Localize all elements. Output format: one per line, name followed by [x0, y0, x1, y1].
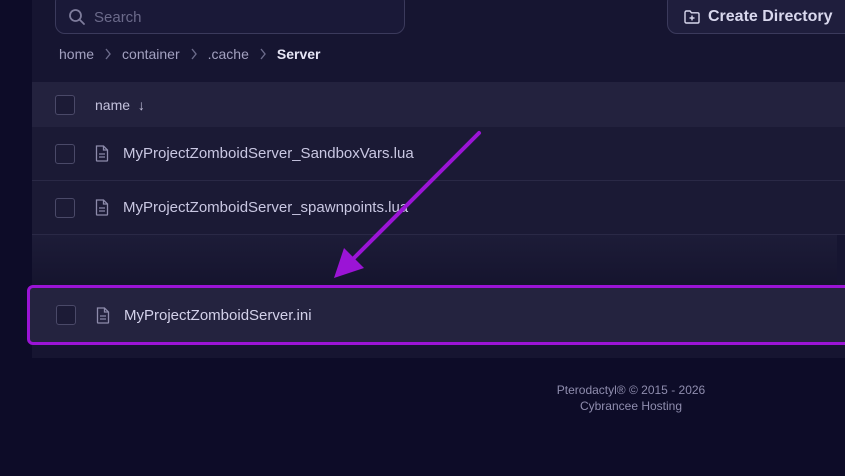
footer-host: Cybrancee Hosting — [579, 399, 683, 413]
highlighted-table-row[interactable]: MyProjectZomboidServer.ini — [27, 285, 845, 345]
search-icon — [68, 0, 86, 26]
column-name-label: name — [95, 96, 131, 113]
chevron-right-icon — [259, 48, 267, 60]
search-box[interactable] — [55, 0, 405, 34]
file-icon — [96, 306, 110, 324]
chevron-right-icon — [104, 48, 112, 60]
breadcrumb-cache[interactable]: .cache — [208, 46, 249, 62]
chevron-right-icon — [190, 48, 198, 60]
file-name[interactable]: MyProjectZomboidServer.ini — [124, 307, 312, 324]
breadcrumb-home[interactable]: home — [59, 46, 94, 62]
file-icon — [95, 145, 109, 162]
column-name-header[interactable]: name ↓ — [95, 97, 145, 113]
file-name[interactable]: MyProjectZomboidServer_SandboxVars.lua — [123, 145, 414, 162]
create-directory-label: Create Directory — [708, 8, 833, 25]
table-row[interactable]: MyProjectZomboidServer_spawnpoints.lua — [32, 181, 845, 235]
table-header: name ↓ — [32, 82, 845, 127]
drag-placeholder-row — [32, 235, 837, 285]
folder-plus-icon — [684, 10, 700, 24]
footer: Pterodactyl® © 2015 - 2026 Cybrancee Hos… — [500, 382, 762, 414]
breadcrumb-container[interactable]: container — [122, 46, 180, 62]
create-directory-button[interactable]: Create Directory — [667, 0, 845, 34]
table-row[interactable]: MyProjectZomboidServer_SandboxVars.lua — [32, 127, 845, 181]
search-input[interactable] — [94, 0, 374, 26]
row-checkbox[interactable] — [55, 197, 75, 218]
breadcrumb: home container .cache Server — [59, 45, 320, 63]
sort-down-icon: ↓ — [137, 96, 145, 113]
file-name[interactable]: MyProjectZomboidServer_spawnpoints.lua — [123, 199, 408, 216]
select-all-checkbox[interactable] — [55, 94, 75, 115]
footer-copyright: Pterodactyl® © 2015 - 2026 — [556, 383, 706, 397]
row-checkbox[interactable] — [55, 143, 75, 164]
file-icon — [95, 199, 109, 216]
breadcrumb-current: Server — [276, 46, 321, 62]
row-checkbox[interactable] — [56, 305, 76, 325]
